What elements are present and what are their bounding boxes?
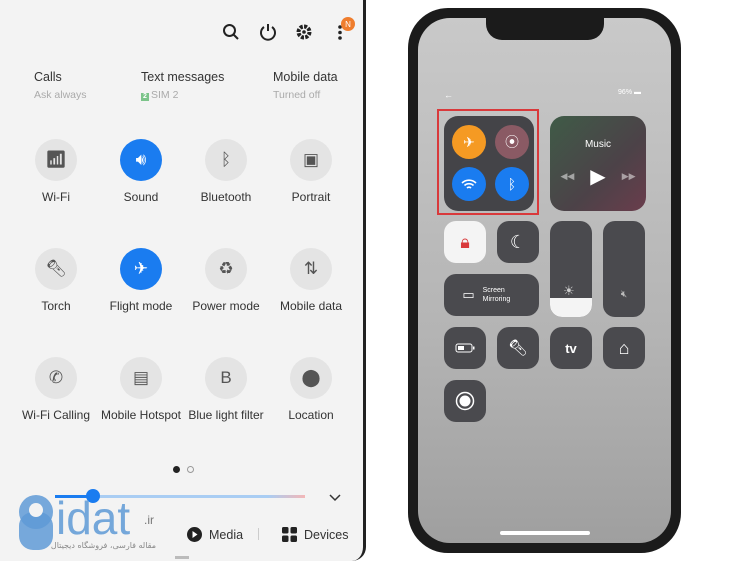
screen-mirroring-label: Screen Mirroring	[482, 287, 511, 303]
power-mode-icon: ♻︎	[205, 248, 247, 290]
screen-record-button[interactable]	[444, 380, 486, 422]
mobile-data-icon: ⇅	[290, 248, 332, 290]
tile-label: Mobile Hotspot	[100, 408, 182, 422]
tile-label: Wi-Fi	[42, 190, 70, 204]
volume-slider[interactable]: 🔇︎	[603, 221, 645, 317]
notch	[486, 18, 604, 40]
sim-data-sub: Turned off	[273, 89, 321, 101]
battery-percent: 96%	[618, 89, 633, 96]
status-bar: 96% ▬	[618, 89, 641, 96]
page-dot-1[interactable]	[173, 466, 180, 473]
play-icon	[187, 527, 202, 542]
tile-label: Wi-Fi Calling	[21, 408, 90, 422]
sim-text-sub: SIM 2	[151, 89, 179, 101]
tile-label: Flight mode	[109, 299, 173, 313]
handle-bar[interactable]	[175, 556, 189, 559]
notification-badge: N	[341, 17, 355, 31]
gidat-watermark-logo: idat .ir مقاله فارسی، فروشگاه دیجیتال	[19, 492, 156, 550]
sim-text-messages[interactable]: Text messages 2 SIM 2	[141, 70, 224, 101]
airplane-icon: ✈	[120, 248, 162, 290]
wifi-calling-icon: ✆	[35, 357, 77, 399]
gear-icon[interactable]	[292, 20, 316, 44]
tile-bluetooth[interactable]: ᛒ Bluetooth	[184, 139, 268, 204]
tile-label: Sound	[123, 190, 159, 204]
forward-icon[interactable]: ▶▶	[622, 171, 636, 182]
location-icon: ⬤	[290, 357, 332, 399]
tile-label: Blue light filter	[188, 408, 264, 422]
chevron-down-icon[interactable]	[328, 490, 342, 508]
low-power-toggle[interactable]	[444, 327, 486, 369]
battery-icon	[455, 343, 475, 353]
tile-blue-light-filter[interactable]: B Blue light filter	[184, 357, 268, 422]
screen-mirroring-icon: ▭	[462, 287, 475, 302]
sim-calls-sub: Ask always	[34, 89, 87, 101]
back-arrow-icon: ←	[444, 90, 453, 100]
page-dot-2[interactable]	[187, 466, 194, 473]
sim-badge: 2	[141, 93, 149, 101]
sound-icon: 🔊︎	[120, 139, 162, 181]
tile-mobile-data[interactable]: ⇅ Mobile data	[269, 248, 353, 313]
hotspot-icon: ▤	[120, 357, 162, 399]
bluetooth-icon: ᛒ	[205, 139, 247, 181]
sun-icon: ☀	[563, 283, 575, 298]
divider	[258, 528, 259, 540]
music-module[interactable]: Music ◀◀ ▶ ▶▶	[550, 116, 646, 211]
home-indicator	[500, 531, 590, 535]
sim-text-title: Text messages	[141, 70, 225, 84]
tile-location[interactable]: ⬤ Location	[269, 357, 353, 422]
tile-label: Torch	[41, 299, 71, 313]
portrait-lock-icon: ▣	[290, 139, 332, 181]
music-label: Music	[584, 138, 612, 150]
rotation-lock-toggle[interactable]: 🔒︎	[444, 221, 486, 263]
rewind-icon[interactable]: ◀◀	[560, 171, 574, 182]
tile-label: Location	[288, 408, 334, 422]
tile-label: Power mode	[192, 299, 260, 313]
tile-power-mode[interactable]: ♻︎ Power mode	[184, 248, 268, 313]
record-icon	[455, 391, 475, 411]
search-icon[interactable]	[219, 20, 243, 44]
devices-label: Devices	[304, 527, 349, 542]
play-icon[interactable]: ▶	[590, 164, 605, 189]
page-indicator	[173, 466, 194, 473]
tile-torch[interactable]: 🔦︎ Torch	[14, 248, 98, 313]
media-button[interactable]: Media	[187, 527, 243, 542]
sim-calls[interactable]: Calls Ask always	[34, 70, 87, 101]
mute-icon: 🔇︎	[620, 288, 628, 300]
sim-mobile-data[interactable]: Mobile data Turned off	[273, 70, 338, 101]
devices-button[interactable]: Devices	[282, 527, 348, 542]
tile-mobile-hotspot[interactable]: ▤ Mobile Hotspot	[99, 357, 183, 422]
sim-calls-title: Calls	[34, 70, 62, 84]
home-icon[interactable]: ⌂	[603, 327, 645, 369]
power-icon[interactable]	[256, 20, 280, 44]
tile-flight-mode[interactable]: ✈ Flight mode	[99, 248, 183, 313]
tile-sound[interactable]: 🔊︎ Sound	[99, 139, 183, 204]
apple-tv-remote[interactable]: tv	[550, 327, 592, 369]
svg-text:مقاله فارسی، فروشگاه دیجیتال: مقاله فارسی، فروشگاه دیجیتال	[51, 540, 156, 550]
sim-data-title: Mobile data	[273, 70, 338, 84]
torch-icon: 🔦︎	[35, 248, 77, 290]
tile-label: Bluetooth	[200, 190, 252, 204]
tile-portrait[interactable]: ▣ Portrait	[269, 139, 353, 204]
iphone-mockup: ← 96% ▬ ✈ ⦿ ᛒ Music ◀◀ ▶ ▶▶ 🔒︎ ☾ ☀ 🔇︎ ▭ Scr…	[408, 8, 681, 553]
tile-wi-fi[interactable]: 📶︎ Wi-Fi	[14, 139, 98, 204]
flashlight-toggle[interactable]: 🔦︎	[497, 327, 539, 369]
svg-text:idat: idat	[56, 492, 130, 544]
ios-control-center: ← 96% ▬ ✈ ⦿ ᛒ Music ◀◀ ▶ ▶▶ 🔒︎ ☾ ☀ 🔇︎ ▭ Scr…	[418, 18, 671, 543]
wifi-icon: 📶︎	[35, 139, 77, 181]
tile-wi-fi-calling[interactable]: ✆ Wi-Fi Calling	[14, 357, 98, 422]
highlight-box	[437, 109, 539, 215]
devices-grid-icon	[282, 527, 297, 542]
android-quick-panel: N Calls Ask always Text messages 2 SIM 2 Mo…	[0, 0, 366, 561]
media-label: Media	[209, 527, 244, 542]
tile-label: Mobile data	[279, 299, 343, 313]
tile-label: Portrait	[291, 190, 331, 204]
do-not-disturb-toggle[interactable]: ☾	[497, 221, 539, 263]
screen-mirroring-button[interactable]: ▭ Screen Mirroring	[444, 274, 539, 316]
blue-light-icon: B	[205, 357, 247, 399]
brightness-slider[interactable]: ☀	[550, 221, 592, 317]
svg-text:.ir: .ir	[144, 513, 154, 527]
